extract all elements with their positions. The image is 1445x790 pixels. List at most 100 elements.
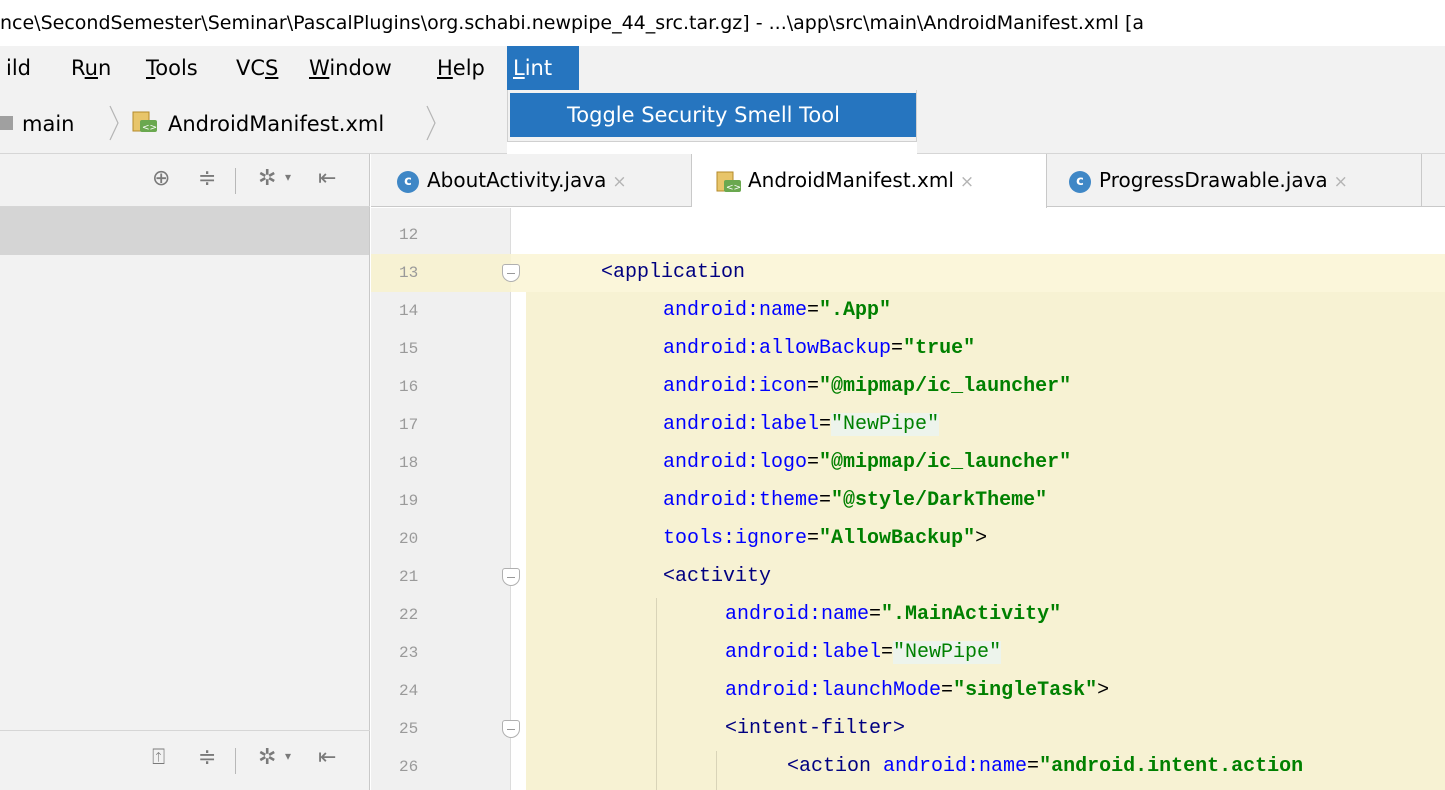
code-token: ".App" bbox=[819, 299, 892, 322]
line-number: 15 bbox=[399, 340, 419, 358]
menu-build[interactable]: ild bbox=[0, 46, 37, 90]
breadcrumb-separator-icon bbox=[426, 105, 436, 141]
code-text: android:allowBackup="true" bbox=[663, 330, 975, 368]
svg-text:<>: <> bbox=[726, 183, 741, 193]
hide-panel-icon[interactable]: ⇤ bbox=[318, 745, 336, 770]
lint-dropdown-menu: Toggle Security Smell Tool bbox=[507, 90, 917, 142]
code-line[interactable]: 14 android:name=".App" bbox=[371, 292, 1445, 330]
menu-bar: ild Run Tools VCS Window Help Lint bbox=[0, 46, 1445, 90]
code-token: "@style/DarkTheme" bbox=[831, 489, 1048, 512]
code-token: "android.intent.action bbox=[1039, 755, 1304, 778]
menu-help[interactable]: Help bbox=[431, 46, 491, 90]
code-token: android:label bbox=[725, 641, 882, 664]
line-number: 13 bbox=[399, 264, 419, 282]
code-token: <action bbox=[787, 755, 884, 778]
code-token: android:launchMode bbox=[725, 679, 942, 702]
menu-run[interactable]: Run bbox=[65, 46, 117, 90]
menu-tools[interactable]: Tools bbox=[140, 46, 204, 90]
close-icon[interactable]: × bbox=[960, 172, 974, 192]
code-line[interactable]: 12 bbox=[371, 216, 1445, 254]
code-text: android:name=".App" bbox=[663, 292, 891, 330]
close-icon[interactable]: × bbox=[612, 172, 626, 192]
locate-icon[interactable]: ⊕ bbox=[152, 166, 170, 191]
code-line[interactable]: 13 <application bbox=[371, 254, 1445, 292]
code-line[interactable]: 17 android:label="NewPipe" bbox=[371, 406, 1445, 444]
code-token: "NewPipe" bbox=[831, 413, 940, 436]
fold-toggle-icon[interactable] bbox=[502, 568, 520, 586]
code-token: <activity bbox=[663, 565, 772, 588]
code-text: android:icon="@mipmap/ic_launcher" bbox=[663, 368, 1071, 406]
code-line[interactable]: 18 android:logo="@mipmap/ic_launcher" bbox=[371, 444, 1445, 482]
code-text: tools:ignore="AllowBackup"> bbox=[663, 520, 987, 558]
code-token: > bbox=[975, 527, 988, 550]
code-line[interactable]: 19 android:theme="@style/DarkTheme" bbox=[371, 482, 1445, 520]
menu-lint[interactable]: Lint bbox=[507, 46, 579, 90]
code-token: = bbox=[1027, 755, 1040, 778]
code-text: android:label="NewPipe" bbox=[663, 406, 940, 444]
code-line[interactable]: 20 tools:ignore="AllowBackup"> bbox=[371, 520, 1445, 558]
menu-item-toggle-security-smell-tool[interactable]: Toggle Security Smell Tool bbox=[510, 93, 916, 137]
code-text: android:logo="@mipmap/ic_launcher" bbox=[663, 444, 1071, 482]
breadcrumb-androidmanifest[interactable]: AndroidManifest.xml bbox=[168, 112, 384, 136]
collapse-all-icon[interactable]: ≑ bbox=[198, 166, 216, 191]
line-number: 21 bbox=[399, 568, 419, 586]
breadcrumb-main[interactable]: main bbox=[22, 112, 74, 136]
gear-icon[interactable]: ✲ bbox=[258, 745, 276, 770]
tab-aboutactivity[interactable]: c AboutActivity.java × bbox=[371, 154, 692, 207]
code-token: "AllowBackup" bbox=[819, 527, 976, 550]
code-token: android:theme bbox=[663, 489, 820, 512]
menu-window[interactable]: Window bbox=[303, 46, 398, 90]
fold-toggle-icon[interactable] bbox=[502, 720, 520, 738]
code-token: "singleTask" bbox=[953, 679, 1098, 702]
chevron-down-icon[interactable]: ▾ bbox=[285, 170, 291, 184]
code-token: tools:ignore bbox=[663, 527, 808, 550]
code-line[interactable]: 25 <intent-filter> bbox=[371, 710, 1445, 748]
code-text: android:theme="@style/DarkTheme" bbox=[663, 482, 1047, 520]
code-text: android:label="NewPipe" bbox=[725, 634, 1002, 672]
breadcrumb-separator-icon bbox=[109, 105, 119, 141]
code-line[interactable]: 22 android:name=".MainActivity" bbox=[371, 596, 1445, 634]
line-number: 22 bbox=[399, 606, 419, 624]
code-editor[interactable]: 12 13 <application 14 android:name=".App" 15 a… bbox=[371, 208, 1445, 790]
tab-androidmanifest[interactable]: <> AndroidManifest.xml × bbox=[692, 154, 1047, 208]
code-line[interactable]: 21 <activity bbox=[371, 558, 1445, 596]
code-token: = bbox=[807, 375, 820, 398]
code-line[interactable]: 24 android:launchMode="singleTask"> bbox=[371, 672, 1445, 710]
selected-tree-row[interactable] bbox=[0, 207, 369, 255]
code-line[interactable]: 15 android:allowBackup="true" bbox=[371, 330, 1445, 368]
line-number: 18 bbox=[399, 454, 419, 472]
expand-all-icon[interactable]: ⍐ bbox=[152, 745, 165, 770]
gear-icon[interactable]: ✲ bbox=[258, 166, 276, 191]
code-token: > bbox=[1097, 679, 1110, 702]
class-icon: c bbox=[397, 170, 419, 193]
code-token: android:icon bbox=[663, 375, 808, 398]
line-number: 16 bbox=[399, 378, 419, 396]
menu-vcs[interactable]: VCS bbox=[230, 46, 284, 90]
tab-label: ProgressDrawable.java bbox=[1099, 168, 1328, 192]
project-panel-toolbar: ⊕ ≑ ✲ ▾ ⇤ bbox=[0, 154, 370, 207]
code-line[interactable]: 16 android:icon="@mipmap/ic_launcher" bbox=[371, 368, 1445, 406]
collapse-all-icon[interactable]: ≑ bbox=[198, 745, 216, 770]
code-line[interactable]: 23 android:label="NewPipe" bbox=[371, 634, 1445, 672]
hide-panel-icon[interactable]: ⇤ bbox=[318, 166, 336, 191]
code-text: android:launchMode="singleTask"> bbox=[725, 672, 1109, 710]
code-line[interactable]: 26 <action android:name="android.intent.a… bbox=[371, 748, 1445, 786]
code-token: "NewPipe" bbox=[893, 641, 1002, 664]
class-icon: c bbox=[1069, 170, 1091, 193]
structure-panel-toolbar: ⍐ ≑ ✲ ▾ ⇤ bbox=[0, 730, 370, 790]
line-number: 17 bbox=[399, 416, 419, 434]
tab-progressdrawable[interactable]: c ProgressDrawable.java × bbox=[1047, 154, 1422, 207]
code-token: = bbox=[881, 641, 894, 664]
code-token: "@mipmap/ic_launcher" bbox=[819, 451, 1072, 474]
toolbar-divider bbox=[235, 168, 236, 194]
close-icon[interactable]: × bbox=[1334, 172, 1348, 192]
code-token: android:allowBackup bbox=[663, 337, 892, 360]
code-token: = bbox=[941, 679, 954, 702]
line-number: 20 bbox=[399, 530, 419, 548]
code-token: = bbox=[869, 603, 882, 626]
code-token: "@mipmap/ic_launcher" bbox=[819, 375, 1072, 398]
editor-tabs: c AboutActivity.java × <> AndroidManifest.… bbox=[371, 154, 1445, 208]
chevron-down-icon[interactable]: ▾ bbox=[285, 749, 291, 763]
xml-manifest-icon: <> bbox=[716, 171, 741, 193]
fold-toggle-icon[interactable] bbox=[502, 264, 520, 282]
